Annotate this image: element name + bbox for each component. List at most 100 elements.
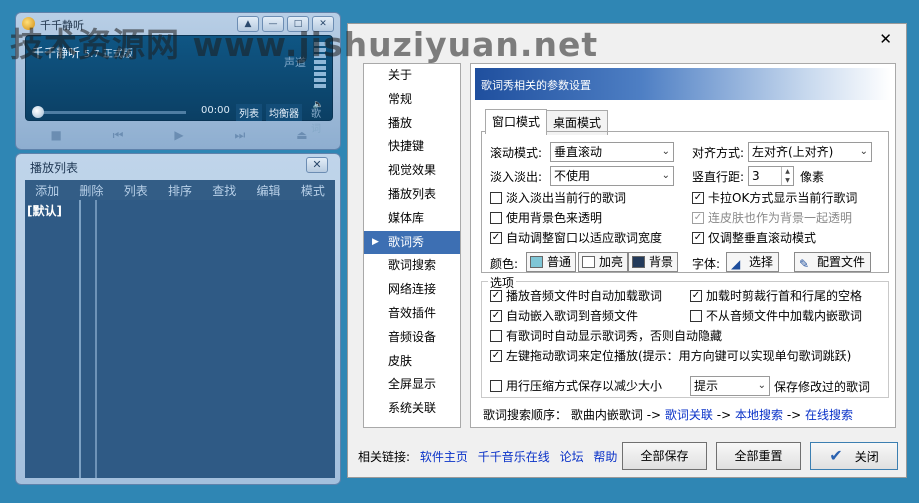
link-forum[interactable]: 论坛	[560, 450, 584, 464]
search-order-link-lyric-assoc[interactable]: 歌词关联	[665, 408, 713, 422]
next-icon[interactable]: ⏭	[235, 128, 246, 143]
checkbox-box[interactable]: ✓	[490, 232, 502, 244]
checkbox-box[interactable]: ✓	[490, 310, 502, 322]
checkbox-box[interactable]: ✓	[490, 290, 502, 302]
option-checkbox[interactable]: ✓ 自动嵌入歌词到音频文件	[490, 308, 638, 324]
previous-icon[interactable]: ⏮	[113, 128, 124, 143]
window-mode-checkbox[interactable]: ✓ 自动调整窗口以适应歌词宽度	[490, 230, 662, 246]
window-mode-checkbox[interactable]: ✓ 卡拉OK方式显示当前行歌词	[692, 190, 857, 206]
color-button[interactable]: 普通	[526, 252, 577, 272]
window-mode-checkbox[interactable]: ✓ 仅调整垂直滚动模式	[692, 230, 816, 246]
nav-item[interactable]: 系统关联	[364, 397, 460, 421]
playlist-menu-item[interactable]: 删除	[79, 182, 103, 199]
checkbox-box[interactable]: ✓	[690, 290, 702, 302]
playlist-menu-item[interactable]: 添加	[35, 182, 59, 199]
nav-item[interactable]: 快捷键	[364, 135, 460, 159]
font-select-label: 选择	[749, 255, 774, 269]
playlist-close-button[interactable]: ✕	[306, 157, 328, 173]
nav-item[interactable]: 播放列表	[364, 183, 460, 207]
option-checkbox[interactable]: ✓ 播放音频文件时自动加载歌词	[490, 288, 662, 304]
config-file-button[interactable]: ✎ 配置文件	[794, 252, 872, 272]
nav-item[interactable]: 歌词搜索	[364, 254, 460, 278]
align-select[interactable]: 左对齐(上对齐) ⌄	[748, 142, 872, 162]
playlist-menu-item[interactable]: 列表	[124, 182, 148, 199]
stop-icon[interactable]: ■	[50, 128, 61, 142]
checkbox-box[interactable]	[690, 310, 702, 322]
nav-item[interactable]: 网络连接	[364, 278, 460, 302]
fade-label: 淡入淡出:	[490, 170, 543, 184]
section-banner: 歌词秀相关的参数设置	[475, 68, 891, 100]
option-checkbox[interactable]: ✓ 左键拖动歌词来定位播放(提示：用方向键可以实现单句歌词跳跃)	[490, 348, 851, 364]
checkbox-box[interactable]	[490, 212, 502, 224]
open-icon[interactable]: ⏏	[296, 128, 307, 142]
nav-item[interactable]: 媒体库	[364, 207, 460, 231]
playlist-menu-item[interactable]: 模式	[301, 182, 325, 199]
checkbox-box[interactable]: ✓	[692, 192, 704, 204]
playlist-group-default[interactable]: [默认]	[27, 202, 79, 219]
color-button-label: 加亮	[599, 255, 624, 269]
checkbox-box[interactable]	[490, 380, 502, 392]
nav-item[interactable]: 视觉效果	[364, 159, 460, 183]
color-button[interactable]: 背景	[628, 252, 679, 272]
fade-select[interactable]: 不使用 ⌄	[550, 166, 674, 186]
chevron-down-icon: ⌄	[859, 146, 868, 157]
line-spacing-label: 竖直行距:	[692, 170, 745, 184]
checkbox-box[interactable]: ✓	[692, 212, 704, 224]
link-homepage[interactable]: 软件主页	[420, 450, 468, 464]
nav-item[interactable]: 常规	[364, 88, 460, 112]
checkbox-label: 不从音频文件中加载内嵌歌词	[706, 309, 863, 323]
playlist-divider[interactable]	[95, 200, 97, 478]
option-checkbox[interactable]: ✓ 加载时剪裁行首和行尾的空格	[690, 288, 862, 304]
save-all-button[interactable]: 全部保存	[622, 442, 707, 470]
related-links-label: 相关链接:	[358, 450, 411, 464]
nav-item[interactable]: 全屏显示	[364, 373, 460, 397]
checkbox-box[interactable]: ✓	[490, 350, 502, 362]
nav-item[interactable]: 音效插件	[364, 302, 460, 326]
playlist-menu-item[interactable]: 编辑	[257, 182, 281, 199]
search-order-link-local[interactable]: 本地搜索	[735, 408, 783, 422]
progress-knob[interactable]	[32, 106, 44, 118]
line-spacing-unit: 像素	[800, 170, 825, 184]
spin-arrows-icon[interactable]: ▲ ▼	[781, 167, 793, 185]
playlist-body[interactable]: [默认]	[25, 200, 335, 478]
tab-window-mode[interactable]: 窗口模式	[485, 109, 548, 134]
save-lyrics-value: 提示	[694, 379, 719, 393]
color-button[interactable]: 加亮	[578, 252, 629, 272]
line-spacing-input[interactable]: 3 ▲ ▼	[748, 166, 794, 186]
close-dialog-button[interactable]: ✔ 关闭	[810, 442, 898, 470]
playlist-toggle-button[interactable]: 列表	[236, 104, 262, 121]
playlist-menu-item[interactable]: 排序	[168, 182, 192, 199]
option-checkbox[interactable]: 不从音频文件中加载内嵌歌词	[690, 308, 862, 324]
save-lyrics-select[interactable]: 提示 ⌄	[690, 376, 770, 396]
font-select-button[interactable]: ◢ 选择	[726, 252, 780, 272]
playlist-window: 播放列表 ✕ 添加 删除 列表 排序 查找 编辑 模式 [默认]	[15, 153, 341, 485]
checkbox-label: 自动调整窗口以适应歌词宽度	[506, 231, 663, 245]
nav-item[interactable]: 关于	[364, 64, 460, 88]
watermark: 技术资源网 www.jishuziyuan.net	[10, 25, 599, 64]
nav-item[interactable]: 皮肤	[364, 350, 460, 374]
checkbox-label: 左键拖动歌词来定位播放(提示：用方向键可以实现单句歌词跳跃)	[506, 349, 852, 363]
window-mode-checkbox[interactable]: 淡入淡出当前行的歌词	[490, 190, 626, 206]
search-order-link-online[interactable]: 在线搜索	[805, 408, 853, 422]
dialog-close-icon[interactable]: ✕	[879, 30, 892, 48]
option-checkbox[interactable]: 用行压缩方式保存以减少大小	[490, 378, 662, 394]
equalizer-toggle-button[interactable]: 均衡器	[266, 104, 302, 121]
checkbox-box[interactable]: ✓	[692, 232, 704, 244]
link-help[interactable]: 帮助	[593, 450, 617, 464]
search-order-label: 歌词搜索顺序：	[483, 408, 568, 422]
playlist-menu-item[interactable]: 查找	[212, 182, 236, 199]
time-display: 00:00	[201, 105, 230, 116]
play-icon[interactable]: ▶	[174, 128, 183, 142]
nav-item[interactable]: 播放	[364, 112, 460, 136]
window-mode-checkbox[interactable]: 使用背景色来透明	[490, 210, 602, 226]
playlist-menu: 添加 删除 列表 排序 查找 编辑 模式	[25, 180, 335, 200]
reset-all-button[interactable]: 全部重置	[716, 442, 801, 470]
progress-bar[interactable]	[36, 111, 186, 114]
checkbox-box[interactable]	[490, 192, 502, 204]
scroll-mode-select[interactable]: 垂直滚动 ⌄	[550, 142, 674, 162]
option-checkbox[interactable]: 有歌词时自动显示歌词秀，否则自动隐藏	[490, 328, 722, 344]
nav-item[interactable]: 歌词秀	[364, 230, 460, 255]
link-music-online[interactable]: 千千音乐在线	[478, 450, 550, 464]
nav-item[interactable]: 音频设备	[364, 326, 460, 350]
checkbox-box[interactable]	[490, 330, 502, 342]
